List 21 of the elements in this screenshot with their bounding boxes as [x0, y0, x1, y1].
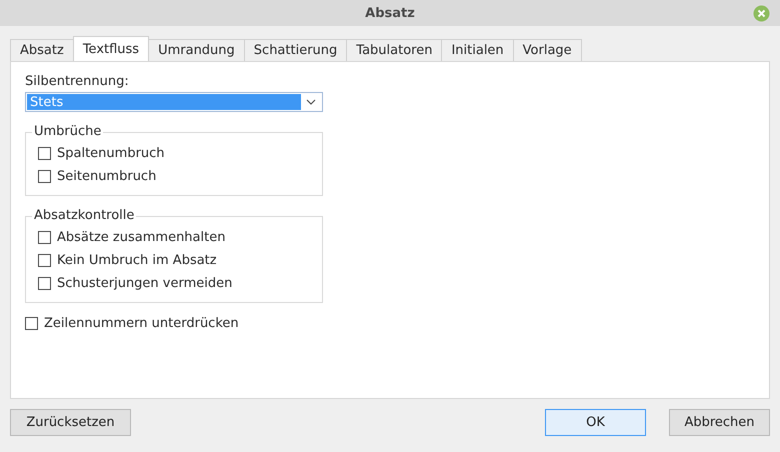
- checkbox[interactable]: [38, 147, 51, 160]
- field-label: Silbentrennung:: [25, 74, 130, 89]
- checkbox-label[interactable]: Kein Umbruch im Absatz: [57, 253, 217, 268]
- window-title: Absatz: [365, 6, 415, 20]
- tab[interactable]: Vorlage: [512, 39, 582, 61]
- ok-button[interactable]: OK: [545, 409, 646, 436]
- checkbox[interactable]: [38, 170, 51, 183]
- checkbox-label[interactable]: Schusterjungen vermeiden: [57, 276, 232, 291]
- checkbox-label[interactable]: Seitenumbruch: [57, 169, 156, 184]
- checkbox-label[interactable]: Absätze zusammenhalten: [57, 230, 226, 245]
- checkbox-label[interactable]: Spaltenumbruch: [57, 146, 165, 161]
- checkbox-label[interactable]: Zeilennummern unterdrücken: [44, 316, 239, 331]
- checkbox[interactable]: [38, 231, 51, 244]
- cancel-button[interactable]: Abbrechen: [669, 409, 770, 436]
- checkbox[interactable]: [25, 317, 38, 330]
- chevron-down-icon: [306, 99, 316, 105]
- tab[interactable]: Absatz: [10, 39, 74, 61]
- checkbox[interactable]: [38, 277, 51, 290]
- tab[interactable]: Textfluss: [72, 36, 150, 61]
- reset-button[interactable]: Zurücksetzen: [10, 409, 131, 436]
- checkbox[interactable]: [38, 254, 51, 267]
